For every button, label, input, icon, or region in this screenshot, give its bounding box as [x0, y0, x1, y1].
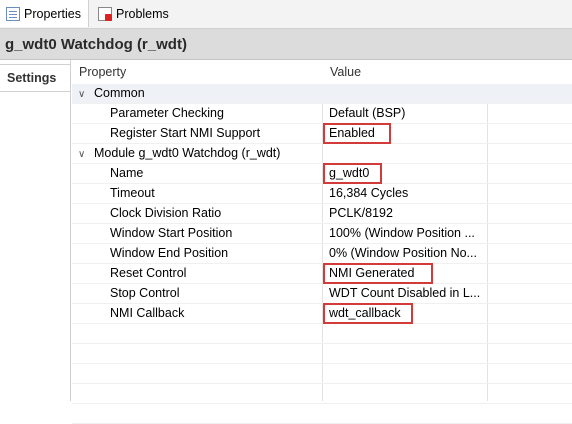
property-value[interactable]: NMI Generated [329, 264, 489, 283]
property-value[interactable]: WDT Count Disabled in L... [329, 284, 489, 303]
empty-row [72, 364, 572, 384]
table-row[interactable]: Name g_wdt0 [72, 164, 572, 184]
property-name: Reset Control [110, 266, 187, 280]
properties-title-bar: g_wdt0 Watchdog (r_wdt) [0, 29, 572, 60]
property-name: Window Start Position [110, 226, 233, 240]
empty-row [72, 324, 572, 344]
properties-icon [6, 6, 20, 21]
property-value[interactable]: Default (BSP) [329, 104, 489, 123]
table-row[interactable]: Reset Control NMI Generated [72, 264, 572, 284]
chevron-down-icon[interactable]: ∨ [78, 85, 88, 103]
property-name: Register Start NMI Support [110, 126, 261, 140]
property-value[interactable]: wdt_callback [329, 304, 489, 323]
table-row[interactable]: Register Start NMI Support Enabled [72, 124, 572, 144]
problems-icon [98, 6, 112, 21]
property-name: Timeout [110, 186, 155, 200]
property-value[interactable]: Enabled [329, 124, 489, 143]
empty-row [72, 344, 572, 364]
property-name: Window End Position [110, 246, 229, 260]
column-header-property[interactable]: Property [79, 60, 319, 84]
tab-properties[interactable]: Properties [0, 0, 89, 27]
sidebar-tab-settings-label: Settings [7, 71, 57, 85]
property-value[interactable]: 0% (Window Position No... [329, 244, 489, 263]
property-name: Parameter Checking [110, 106, 224, 120]
table-row[interactable]: NMI Callback wdt_callback [72, 304, 572, 324]
tab-problems-label: Problems [116, 6, 169, 21]
group-row-module[interactable]: ∨ Module g_wdt0 Watchdog (r_wdt) [72, 144, 572, 164]
table-row[interactable]: Stop Control WDT Count Disabled in L... [72, 284, 572, 304]
table-row[interactable]: Window Start Position 100% (Window Posit… [72, 224, 572, 244]
group-row-common[interactable]: ∨ Common [72, 84, 572, 104]
table-row[interactable]: Window End Position 0% (Window Position … [72, 244, 572, 264]
group-label: Module g_wdt0 Watchdog (r_wdt) [94, 146, 281, 160]
empty-row [72, 384, 572, 404]
table-row[interactable]: Parameter Checking Default (BSP) [72, 104, 572, 124]
property-value[interactable]: g_wdt0 [329, 164, 489, 183]
tab-properties-label: Properties [24, 6, 81, 21]
view-tab-bar: Properties Problems [0, 0, 572, 29]
tab-problems[interactable]: Problems [92, 0, 182, 27]
property-name: Stop Control [110, 286, 180, 300]
table-row[interactable]: Clock Division Ratio PCLK/8192 [72, 204, 572, 224]
group-label: Common [94, 86, 145, 100]
property-value[interactable]: 16,384 Cycles [329, 184, 489, 203]
property-name: NMI Callback [110, 306, 185, 320]
table-row[interactable]: Timeout 16,384 Cycles [72, 184, 572, 204]
settings-sidebar: Settings [0, 60, 71, 401]
property-value[interactable]: 100% (Window Position ... [329, 224, 489, 243]
property-name: Clock Division Ratio [110, 206, 222, 220]
property-name: Name [110, 166, 144, 180]
chevron-down-icon[interactable]: ∨ [78, 145, 88, 163]
column-header-value[interactable]: Value [330, 60, 480, 84]
property-value[interactable]: PCLK/8192 [329, 204, 489, 223]
empty-row [72, 404, 572, 424]
table-header: Property Value [72, 60, 572, 85]
property-table: Property Value ∨ Common Parameter Checkin… [72, 60, 572, 424]
sidebar-tab-settings[interactable]: Settings [0, 64, 70, 92]
table-body: ∨ Common Parameter Checking Default (BSP)… [72, 84, 572, 424]
page-title: g_wdt0 Watchdog (r_wdt) [5, 35, 187, 53]
